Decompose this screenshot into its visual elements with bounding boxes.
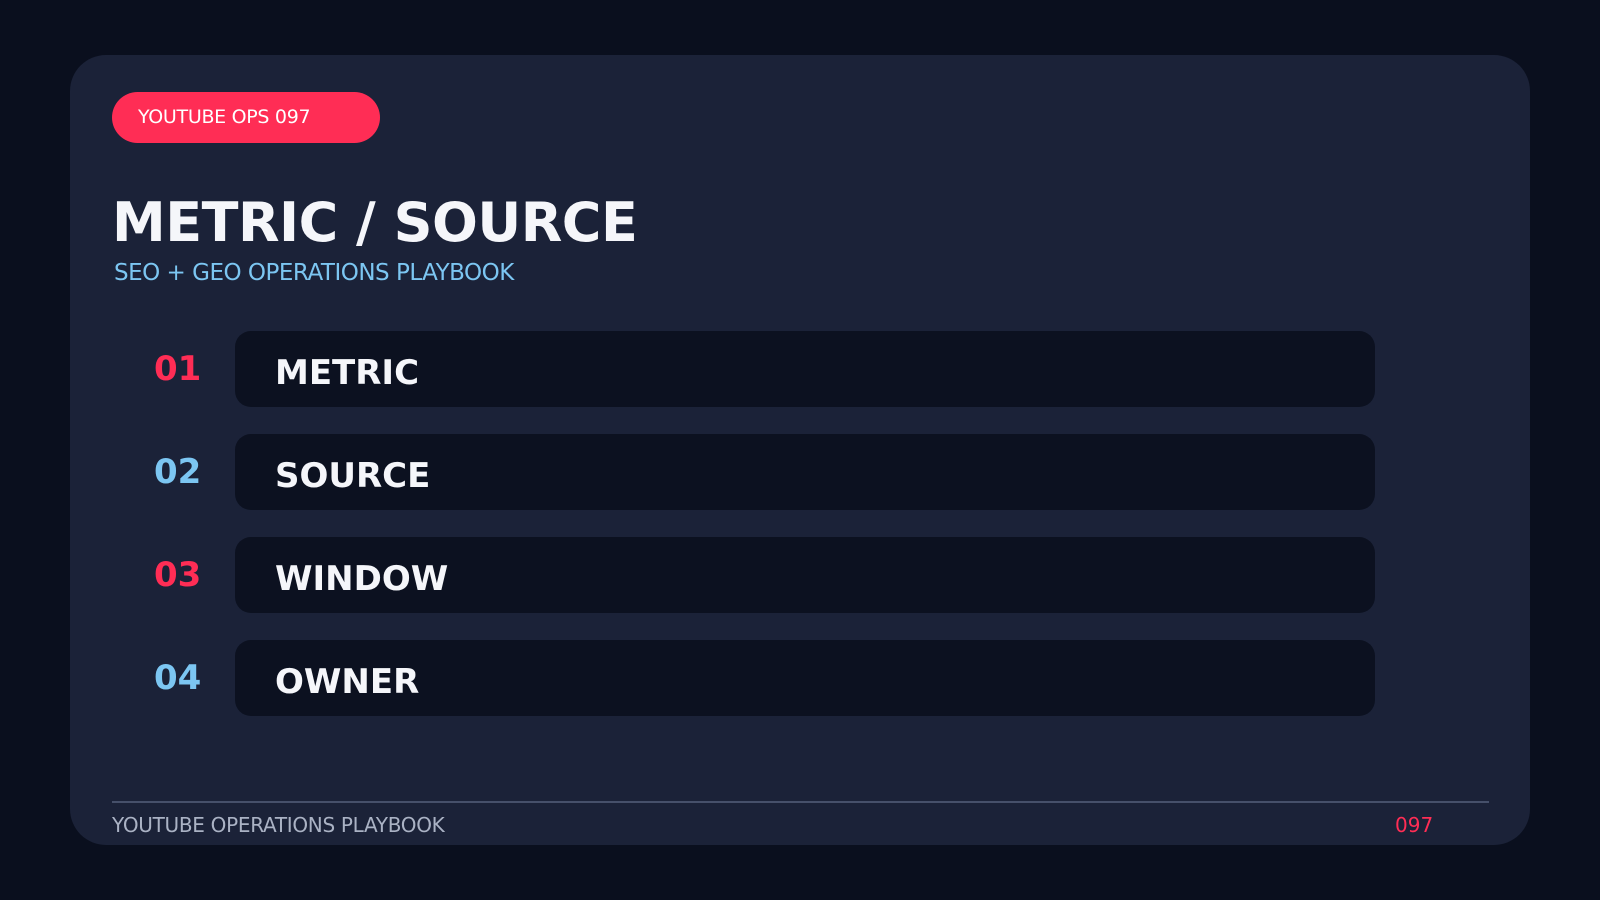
- list-item: 03 WINDOW: [70, 537, 1530, 613]
- footer-divider: [112, 801, 1489, 803]
- list-item: 02 SOURCE: [70, 434, 1530, 510]
- item-label: METRIC: [275, 353, 420, 393]
- item-label: WINDOW: [275, 559, 449, 599]
- list-item: 04 OWNER: [70, 640, 1530, 716]
- list-item: 01 METRIC: [70, 331, 1530, 407]
- page-subtitle: SEO + GEO OPERATIONS PLAYBOOK: [114, 260, 514, 286]
- item-number: 04: [154, 658, 202, 698]
- item-label: OWNER: [275, 662, 420, 702]
- page-title: METRIC / SOURCE: [112, 191, 638, 254]
- category-badge: YOUTUBE OPS 097: [112, 92, 380, 143]
- item-label: SOURCE: [275, 456, 431, 496]
- page-number: 097: [1395, 813, 1434, 837]
- item-bar: SOURCE: [235, 434, 1375, 510]
- footer-title: YOUTUBE OPERATIONS PLAYBOOK: [112, 813, 445, 837]
- item-bar: WINDOW: [235, 537, 1375, 613]
- item-number: 03: [154, 555, 202, 595]
- item-number: 01: [154, 349, 202, 389]
- item-bar: OWNER: [235, 640, 1375, 716]
- item-bar: METRIC: [235, 331, 1375, 407]
- slide-card: YOUTUBE OPS 097 METRIC / SOURCE SEO + GE…: [70, 55, 1530, 845]
- item-number: 02: [154, 452, 202, 492]
